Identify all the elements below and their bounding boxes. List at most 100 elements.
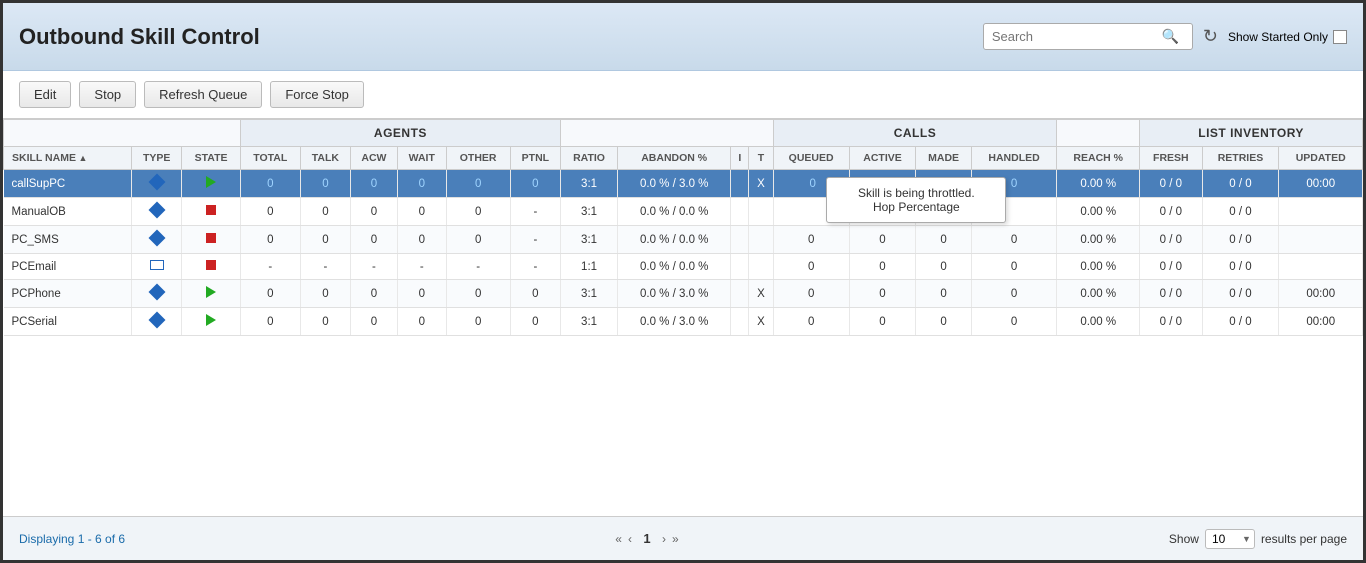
- cell-talk: 0: [300, 308, 350, 336]
- reach-group-empty: [1057, 120, 1140, 147]
- cell-value: 0: [419, 288, 425, 300]
- cell-value: 0: [532, 178, 538, 190]
- cell-wait: 0: [397, 308, 446, 336]
- col-t: T: [749, 147, 773, 170]
- cell-skill-name: PCEmail: [4, 254, 132, 280]
- cell-value: 0: [808, 316, 814, 328]
- cell-value: 0: [1011, 288, 1017, 300]
- cell-handled: 0: [971, 308, 1056, 336]
- force-stop-button[interactable]: Force Stop: [270, 81, 364, 108]
- cell-state: [182, 308, 240, 336]
- made-val: 0: [940, 288, 946, 300]
- cell-total: 0: [240, 198, 300, 226]
- tooltip-line2: Hop Percentage: [873, 200, 960, 214]
- footer: Displaying 1 - 6 of 6 « ‹ 1 › » Show 10 …: [3, 516, 1363, 560]
- cell-wait: 0: [397, 170, 446, 198]
- table-row[interactable]: PCEmail - - - - - - 1:1 0.0 % / 0.0 % 0 …: [4, 254, 1363, 280]
- cell-reach-pct: 0.00 %: [1057, 254, 1140, 280]
- table-row[interactable]: PCSerial 0 0 0 0 0 0 3:1 0.0 % / 3.0 % X…: [4, 308, 1363, 336]
- refresh-icon[interactable]: ↻: [1203, 26, 1218, 47]
- cell-value: 0: [267, 316, 273, 328]
- cell-total: 0: [240, 308, 300, 336]
- cell-value: 0: [879, 316, 885, 328]
- col-other: OTHER: [446, 147, 510, 170]
- search-input[interactable]: [992, 29, 1162, 44]
- next-page-button[interactable]: ›: [662, 532, 666, 546]
- cell-value: 0: [322, 234, 328, 246]
- cell-abandon-pct: 0.0 % / 0.0 %: [618, 198, 731, 226]
- cell-state: [182, 198, 240, 226]
- results-per-page-label: results per page: [1261, 532, 1347, 546]
- col-retries: RETRIES: [1202, 147, 1279, 170]
- cell-value: 0: [475, 206, 481, 218]
- cell-updated: 00:00: [1279, 308, 1363, 336]
- cell-t: X: [749, 280, 773, 308]
- cell-other: -: [446, 254, 510, 280]
- first-page-button[interactable]: «: [615, 532, 622, 546]
- col-active: ACTIVE: [849, 147, 916, 170]
- made-val: 0: [940, 234, 946, 246]
- col-header-row: SKILL NAME TYPE STATE TOTAL TALK ACW WAI…: [4, 147, 1363, 170]
- per-page-select[interactable]: 10 25 50: [1205, 529, 1255, 549]
- cell-value: 0: [419, 178, 425, 190]
- cell-t: X: [749, 308, 773, 336]
- cell-wait: 0: [397, 226, 446, 254]
- middle-group: [561, 120, 774, 147]
- prev-page-button[interactable]: ‹: [628, 532, 632, 546]
- play-icon: [206, 317, 216, 329]
- cell-talk: 0: [300, 280, 350, 308]
- show-started-only-label[interactable]: Show Started Only: [1228, 30, 1347, 44]
- cell-type: [131, 308, 181, 336]
- cell-value: 0: [1011, 316, 1017, 328]
- cell-acw: 0: [350, 280, 397, 308]
- calls-group-header: CALLS: [773, 120, 1057, 147]
- diamond-icon: [151, 317, 163, 329]
- cell-made: 0: [916, 280, 972, 308]
- table-row[interactable]: PCPhone 0 0 0 0 0 0 3:1 0.0 % / 3.0 % X …: [4, 280, 1363, 308]
- stop-button[interactable]: Stop: [79, 81, 136, 108]
- cell-retries: 0 / 0: [1202, 308, 1279, 336]
- edit-button[interactable]: Edit: [19, 81, 71, 108]
- refresh-queue-button[interactable]: Refresh Queue: [144, 81, 262, 108]
- tooltip-line1: Skill is being throttled.: [858, 186, 975, 200]
- cell-type: [131, 170, 181, 198]
- col-i: I: [731, 147, 749, 170]
- cell-acw: -: [350, 254, 397, 280]
- stop-icon: [206, 206, 216, 218]
- cell-handled: 0: [971, 226, 1056, 254]
- cell-ratio: 3:1: [561, 308, 618, 336]
- per-page-select-wrapper[interactable]: 10 25 50: [1205, 529, 1255, 549]
- col-queued: QUEUED: [773, 147, 849, 170]
- cell-skill-name: PC_SMS: [4, 226, 132, 254]
- cell-value: 0: [879, 288, 885, 300]
- cell-type: [131, 198, 181, 226]
- cell-fresh: 0 / 0: [1140, 198, 1202, 226]
- table-row[interactable]: callSupPC 0 0 0 0 0 0 3:1 0.0 % / 3.0 % …: [4, 170, 1363, 198]
- col-updated: UPDATED: [1279, 147, 1363, 170]
- search-box[interactable]: 🔍: [983, 23, 1193, 50]
- cell-value: 0: [1011, 178, 1017, 190]
- show-started-only-checkbox[interactable]: [1333, 30, 1347, 44]
- page-title: Outbound Skill Control: [19, 24, 260, 50]
- cell-value: 0: [810, 178, 816, 190]
- cell-value: 0: [879, 234, 885, 246]
- table-row[interactable]: PC_SMS 0 0 0 0 0 - 3:1 0.0 % / 0.0 % 0 0…: [4, 226, 1363, 254]
- cell-wait: -: [397, 254, 446, 280]
- cell-value: 0: [879, 261, 885, 273]
- cell-abandon-pct: 0.0 % / 0.0 %: [618, 226, 731, 254]
- cell-i: [731, 280, 749, 308]
- cell-other: 0: [446, 308, 510, 336]
- last-page-button[interactable]: »: [672, 532, 679, 546]
- toolbar: Edit Stop Refresh Queue Force Stop: [3, 71, 1363, 119]
- col-total: TOTAL: [240, 147, 300, 170]
- cell-retries: 0 / 0: [1202, 198, 1279, 226]
- cell-queued: 0: [773, 308, 849, 336]
- cell-value: 0: [808, 234, 814, 246]
- cell-value: 0: [1011, 261, 1017, 273]
- table-row[interactable]: ManualOB 0 0 0 0 0 - 3:1 0.0 % / 0.0 % 0…: [4, 198, 1363, 226]
- col-abandon-pct: ABANDON %: [618, 147, 731, 170]
- cell-abandon-pct: 0.0 % / 3.0 %: [618, 308, 731, 336]
- col-skill-name[interactable]: SKILL NAME: [4, 147, 132, 170]
- cell-total: 0: [240, 226, 300, 254]
- cell-made: 0: [916, 308, 972, 336]
